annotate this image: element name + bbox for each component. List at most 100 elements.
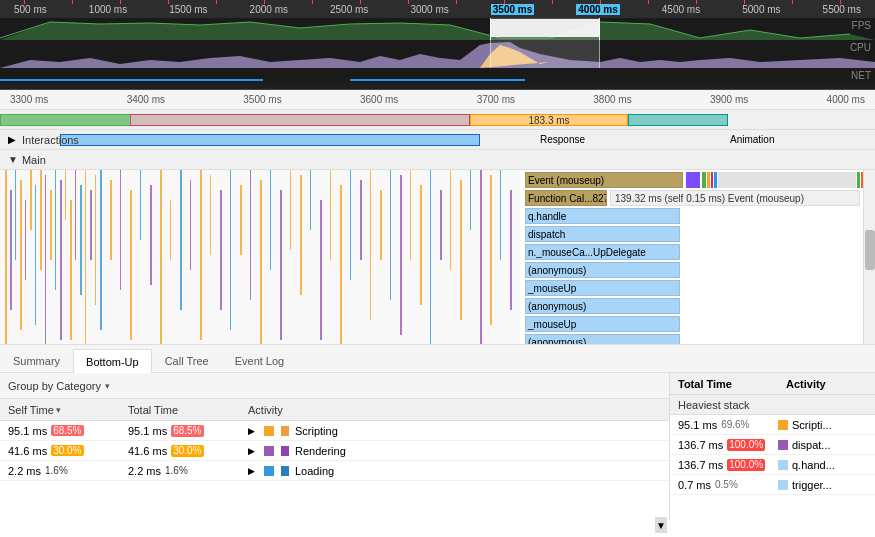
right-activity-3: trigger...: [770, 479, 875, 491]
fps-row: FPS: [0, 18, 875, 40]
filter-dropdown[interactable]: ▾: [105, 381, 110, 391]
tab-call-tree[interactable]: Call Tree: [152, 348, 222, 372]
tab-event-log[interactable]: Event Log: [222, 348, 298, 372]
svg-rect-58: [450, 170, 451, 270]
svg-rect-62: [490, 175, 492, 325]
svg-rect-21: [90, 190, 92, 260]
svg-rect-11: [40, 170, 42, 270]
svg-rect-38: [250, 170, 251, 300]
expand-icon-1[interactable]: ▶: [248, 446, 255, 456]
col-self-time[interactable]: Self Time ▾: [0, 404, 120, 416]
main-ruler-mark: 3400 ms: [127, 94, 165, 105]
svg-rect-16: [65, 170, 66, 220]
col-total-time[interactable]: Total Time: [120, 404, 240, 416]
selected-timing-bar: 183.3 ms: [470, 114, 628, 126]
main-ruler-mark: 3800 ms: [593, 94, 631, 105]
right-row-2[interactable]: 136.7 ms 100.0% q.hand...: [670, 455, 875, 475]
cpu-chart: [0, 40, 875, 68]
ruler-mark: 3000 ms: [410, 4, 448, 15]
scrollbar-thumb[interactable]: [865, 230, 875, 270]
left-data-panel: Group by Category ▾ Self Time ▾ Total Ti…: [0, 373, 670, 520]
right-activity-color-3: [778, 480, 788, 490]
svg-rect-4: [5, 170, 7, 345]
svg-rect-45: [320, 200, 322, 340]
self-pct-2: 1.6%: [45, 465, 68, 476]
filter-bar: Group by Category ▾: [0, 373, 669, 399]
flame-area[interactable]: Event (mouseup) Function Cal...827 139.3…: [0, 170, 875, 345]
svg-rect-42: [290, 170, 291, 250]
svg-rect-50: [370, 170, 371, 320]
filter-label: Group by Category: [8, 380, 101, 392]
activity-color-icon-alt-1: [281, 446, 289, 456]
cpu-row: CPU: [0, 40, 875, 68]
tab-bottom-up[interactable]: Bottom-Up: [73, 349, 152, 373]
timeline-scrollbar[interactable]: [863, 170, 875, 345]
svg-rect-10: [35, 185, 36, 325]
ruler-mark: 500 ms: [14, 4, 47, 15]
main-ruler: 3300 ms 3400 ms 3500 ms 3600 ms 3700 ms …: [0, 90, 875, 110]
flame-block-mouseup1[interactable]: _mouseUp: [525, 280, 680, 296]
svg-rect-59: [460, 180, 462, 320]
timing-bars-row: 183.3 ms: [0, 110, 875, 130]
right-continuation: [702, 172, 863, 188]
activity-color-icon-alt-0: [281, 426, 289, 436]
svg-rect-63: [500, 170, 501, 260]
svg-rect-24: [110, 180, 112, 260]
ruler-mark: 3500 ms: [491, 4, 534, 15]
flame-block-event-mouseup[interactable]: Event (mouseup): [525, 172, 683, 188]
svg-rect-36: [230, 170, 231, 330]
svg-rect-51: [380, 190, 382, 260]
svg-rect-28: [150, 185, 152, 285]
row-total-time-2: 2.2 ms 1.6%: [120, 465, 240, 477]
right-activity-2: q.hand...: [770, 459, 875, 471]
flame-block-dispatch[interactable]: dispatch: [525, 226, 680, 242]
svg-rect-31: [180, 170, 182, 310]
animation-label: Animation: [730, 134, 774, 145]
right-row-0[interactable]: 95.1 ms 69.6% Scripti...: [670, 415, 875, 435]
self-pct-0: 68.5%: [51, 425, 83, 436]
total-pct-2: 1.6%: [165, 465, 188, 477]
expand-icon-0[interactable]: ▶: [248, 426, 255, 436]
net-row: NET: [0, 68, 875, 83]
svg-rect-20: [85, 170, 86, 345]
ruler-marks: 500 ms 1000 ms 1500 ms 2000 ms 2500 ms 3…: [4, 4, 871, 15]
flame-block-function-call[interactable]: Function Cal...827: [525, 190, 607, 206]
table-scroll-down[interactable]: ▼: [655, 517, 667, 520]
right-row-3[interactable]: 0.7 ms 0.5% trigger...: [670, 475, 875, 495]
flame-block-anon2[interactable]: (anonymous): [525, 298, 680, 314]
ruler-mark: 1500 ms: [169, 4, 207, 15]
flame-block-anon1[interactable]: (anonymous): [525, 262, 680, 278]
svg-rect-37: [240, 185, 242, 255]
right-panel: Total Time Activity Heaviest stack 95.1 …: [670, 373, 875, 520]
right-total-header: Total Time: [678, 378, 778, 390]
svg-rect-54: [410, 170, 411, 260]
main-ruler-mark: 3900 ms: [710, 94, 748, 105]
svg-rect-14: [55, 170, 56, 290]
flame-block-anon3[interactable]: (anonymous): [525, 334, 680, 345]
table-row[interactable]: 95.1 ms 68.5% 95.1 ms 68.5% ▶ Scripting: [0, 421, 669, 441]
flame-tooltip-bar: 139.32 ms (self 0.15 ms) Event (mouseup): [610, 190, 860, 206]
ruler-mark: 4500 ms: [662, 4, 700, 15]
right-activity-color-0: [778, 420, 788, 430]
flame-block-mousecaupdelegate[interactable]: n._mouseCa...UpDelegate: [525, 244, 680, 260]
tabs-bar: Summary Bottom-Up Call Tree Event Log: [0, 345, 875, 373]
svg-rect-25: [120, 170, 121, 290]
svg-rect-7: [20, 180, 22, 330]
svg-rect-22: [95, 175, 96, 305]
tab-summary[interactable]: Summary: [0, 348, 73, 372]
heaviest-stack-title: Heaviest stack: [670, 395, 875, 415]
interaction-bar: [60, 134, 480, 146]
table-row[interactable]: 2.2 ms 1.6% 2.2 ms 1.6% ▶ Loading: [0, 461, 669, 481]
svg-rect-30: [170, 200, 171, 260]
selected-highlight: [490, 19, 600, 37]
right-row-1[interactable]: 136.7 ms 100.0% dispat...: [670, 435, 875, 455]
right-activity-header: Activity: [778, 378, 875, 390]
flame-block-qhandle[interactable]: q.handle: [525, 208, 680, 224]
svg-rect-52: [390, 170, 391, 300]
expand-icon-2[interactable]: ▶: [248, 466, 255, 476]
flame-block-mouseup2[interactable]: _mouseUp: [525, 316, 680, 332]
svg-rect-57: [440, 190, 442, 260]
table-row[interactable]: 41.6 ms 30.0% 41.6 ms 30.0% ▶ Rendering: [0, 441, 669, 461]
svg-rect-29: [160, 170, 162, 345]
col-activity[interactable]: Activity: [240, 404, 669, 416]
